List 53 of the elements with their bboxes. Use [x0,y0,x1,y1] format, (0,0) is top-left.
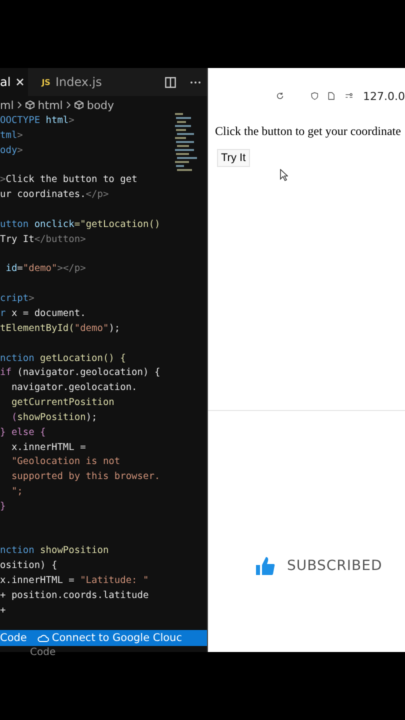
chevron-icon [66,101,71,109]
code-line: ody> [0,144,23,156]
code-line: getCurrentPosition [10,397,114,408]
code-line: nction showPosition [0,545,109,556]
code-line: x.innerHTML = "Latitude: " [0,575,149,586]
cube-icon [24,100,35,110]
code-line: osition) { [0,560,58,572]
code-line: utton onclick="getLocation() [0,218,160,230]
page-text: Click the button to get your coordinate [215,124,402,139]
code-line: ur coordinates.</p> [0,189,109,200]
code-line: "Geolocation is not [10,456,120,468]
code-line: + [0,604,6,616]
page-icon[interactable] [328,90,335,102]
reload-icon[interactable] [276,90,284,102]
code-line: "; [10,486,23,498]
code-line: supported by this browser. [10,471,160,482]
more-icon[interactable] [190,80,201,84]
breadcrumb-item[interactable]: ml [0,98,14,112]
breadcrumb-item[interactable]: body [86,98,114,112]
thumbs-up-icon [255,556,275,576]
code-line: Try It</button> [0,234,86,245]
shield-icon[interactable] [310,90,318,102]
code-line: } [0,500,6,512]
code-line: OOCTYPE html> [0,115,74,126]
code-line: r x = document. [0,308,86,319]
code-line: >Click the button to get [0,174,138,186]
code-line: nction getLocation() { [0,352,126,364]
status-item[interactable]: Code [0,632,27,644]
cloud-icon [36,634,49,642]
split-editor-icon[interactable] [165,76,176,88]
chevron-icon [16,101,22,109]
cube-icon [74,100,84,110]
editor-tab[interactable]: JS Index.js [42,68,106,96]
breadcrumb-item[interactable]: html [38,98,63,112]
code-line: navigator.geolocation. [10,382,138,394]
try-it-button[interactable]: Try It [217,149,250,167]
code-line: } else { [0,426,46,438]
code-line: + position.coords.latitude [0,590,149,601]
code-line: tml> [0,130,23,141]
close-icon[interactable] [16,78,24,86]
code-line: tElementById("demo"); [0,322,120,334]
code-line: cript> [0,293,34,304]
code-line: (showPosition); [10,412,98,423]
code-line: if (navigator.geolocation) { [0,367,160,378]
editor-tab[interactable]: al [0,68,28,96]
code-line: x.innerHTML = [10,442,86,453]
status-item[interactable]: Connect to Google Clouc [36,632,182,644]
code-line: id="demo"></p> [4,263,86,274]
address-text[interactable]: 127.0.0 [363,90,405,102]
status-caption: Code [30,647,56,659]
subscribed-label: SUBSCRIBED [287,558,382,574]
js-file-icon: JS [42,78,50,86]
cursor-icon [280,169,288,181]
